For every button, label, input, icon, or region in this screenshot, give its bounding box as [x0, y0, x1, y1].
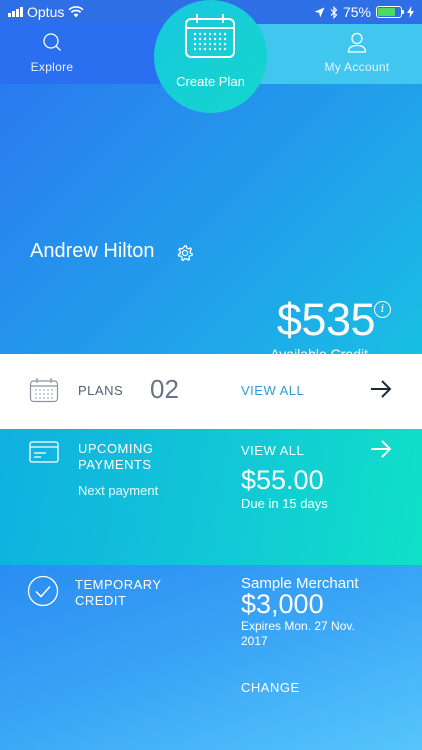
carrier-label: Optus: [27, 4, 65, 20]
arrow-right-icon[interactable]: [370, 439, 392, 459]
expiry-date: Expires Mon. 27 Nov. 2017: [241, 619, 355, 648]
available-credit-amount: $535: [276, 294, 376, 345]
gear-icon[interactable]: [176, 244, 194, 262]
calendar-icon: [185, 14, 235, 58]
change-button[interactable]: CHANGE: [241, 680, 300, 695]
payments-view-all-link[interactable]: VIEW ALL: [241, 443, 304, 458]
temporary-credit-section: TEMPORARY CREDIT Sample Merchant $3,000 …: [0, 565, 422, 750]
battery-percent: 75%: [342, 4, 371, 20]
search-icon: [43, 33, 61, 51]
bluetooth-icon: [330, 5, 338, 19]
wifi-icon: [68, 6, 84, 18]
temporary-credit-amount: $3,000: [241, 589, 324, 619]
plans-view-all-link[interactable]: VIEW ALL: [241, 383, 304, 398]
plans-row[interactable]: PLANS 02 VIEW ALL: [0, 354, 422, 429]
my-account-tab[interactable]: My Account: [292, 32, 422, 74]
status-left: Optus: [8, 4, 158, 20]
next-payment-amount: $55.00: [241, 465, 324, 495]
calendar-icon: [29, 378, 59, 403]
my-account-label: My Account: [324, 60, 390, 74]
explore-label: Explore: [30, 60, 74, 74]
plans-count: 02: [150, 374, 179, 404]
status-right: 75%: [264, 4, 414, 20]
user-name: Andrew Hilton: [30, 240, 155, 262]
next-payment-due: Due in 15 days: [241, 496, 328, 511]
info-icon[interactable]: i: [374, 301, 391, 318]
credit-card-icon: [29, 441, 59, 463]
temporary-credit-title: TEMPORARY CREDIT: [75, 577, 162, 608]
user-icon: [347, 32, 367, 53]
create-plan-button[interactable]: Create Plan: [154, 0, 267, 113]
battery-icon: [376, 6, 404, 18]
location-icon: [314, 7, 325, 17]
create-plan-label: Create Plan: [176, 74, 245, 89]
signal-icon: [8, 7, 23, 17]
credit-overview: Andrew Hilton $535 i Available Credit: [0, 84, 422, 362]
upcoming-payments-section[interactable]: UPCOMING PAYMENTS Next payment VIEW ALL …: [0, 429, 422, 565]
explore-tab[interactable]: Explore: [0, 32, 104, 74]
charging-icon: [407, 6, 414, 18]
upcoming-payments-title: UPCOMING PAYMENTS: [78, 441, 154, 472]
arrow-right-icon[interactable]: [370, 379, 392, 399]
plans-label: PLANS: [78, 383, 124, 398]
next-payment-label: Next payment: [78, 483, 159, 498]
checkmark-circle-icon: [27, 575, 59, 607]
battery-fill: [378, 8, 395, 16]
